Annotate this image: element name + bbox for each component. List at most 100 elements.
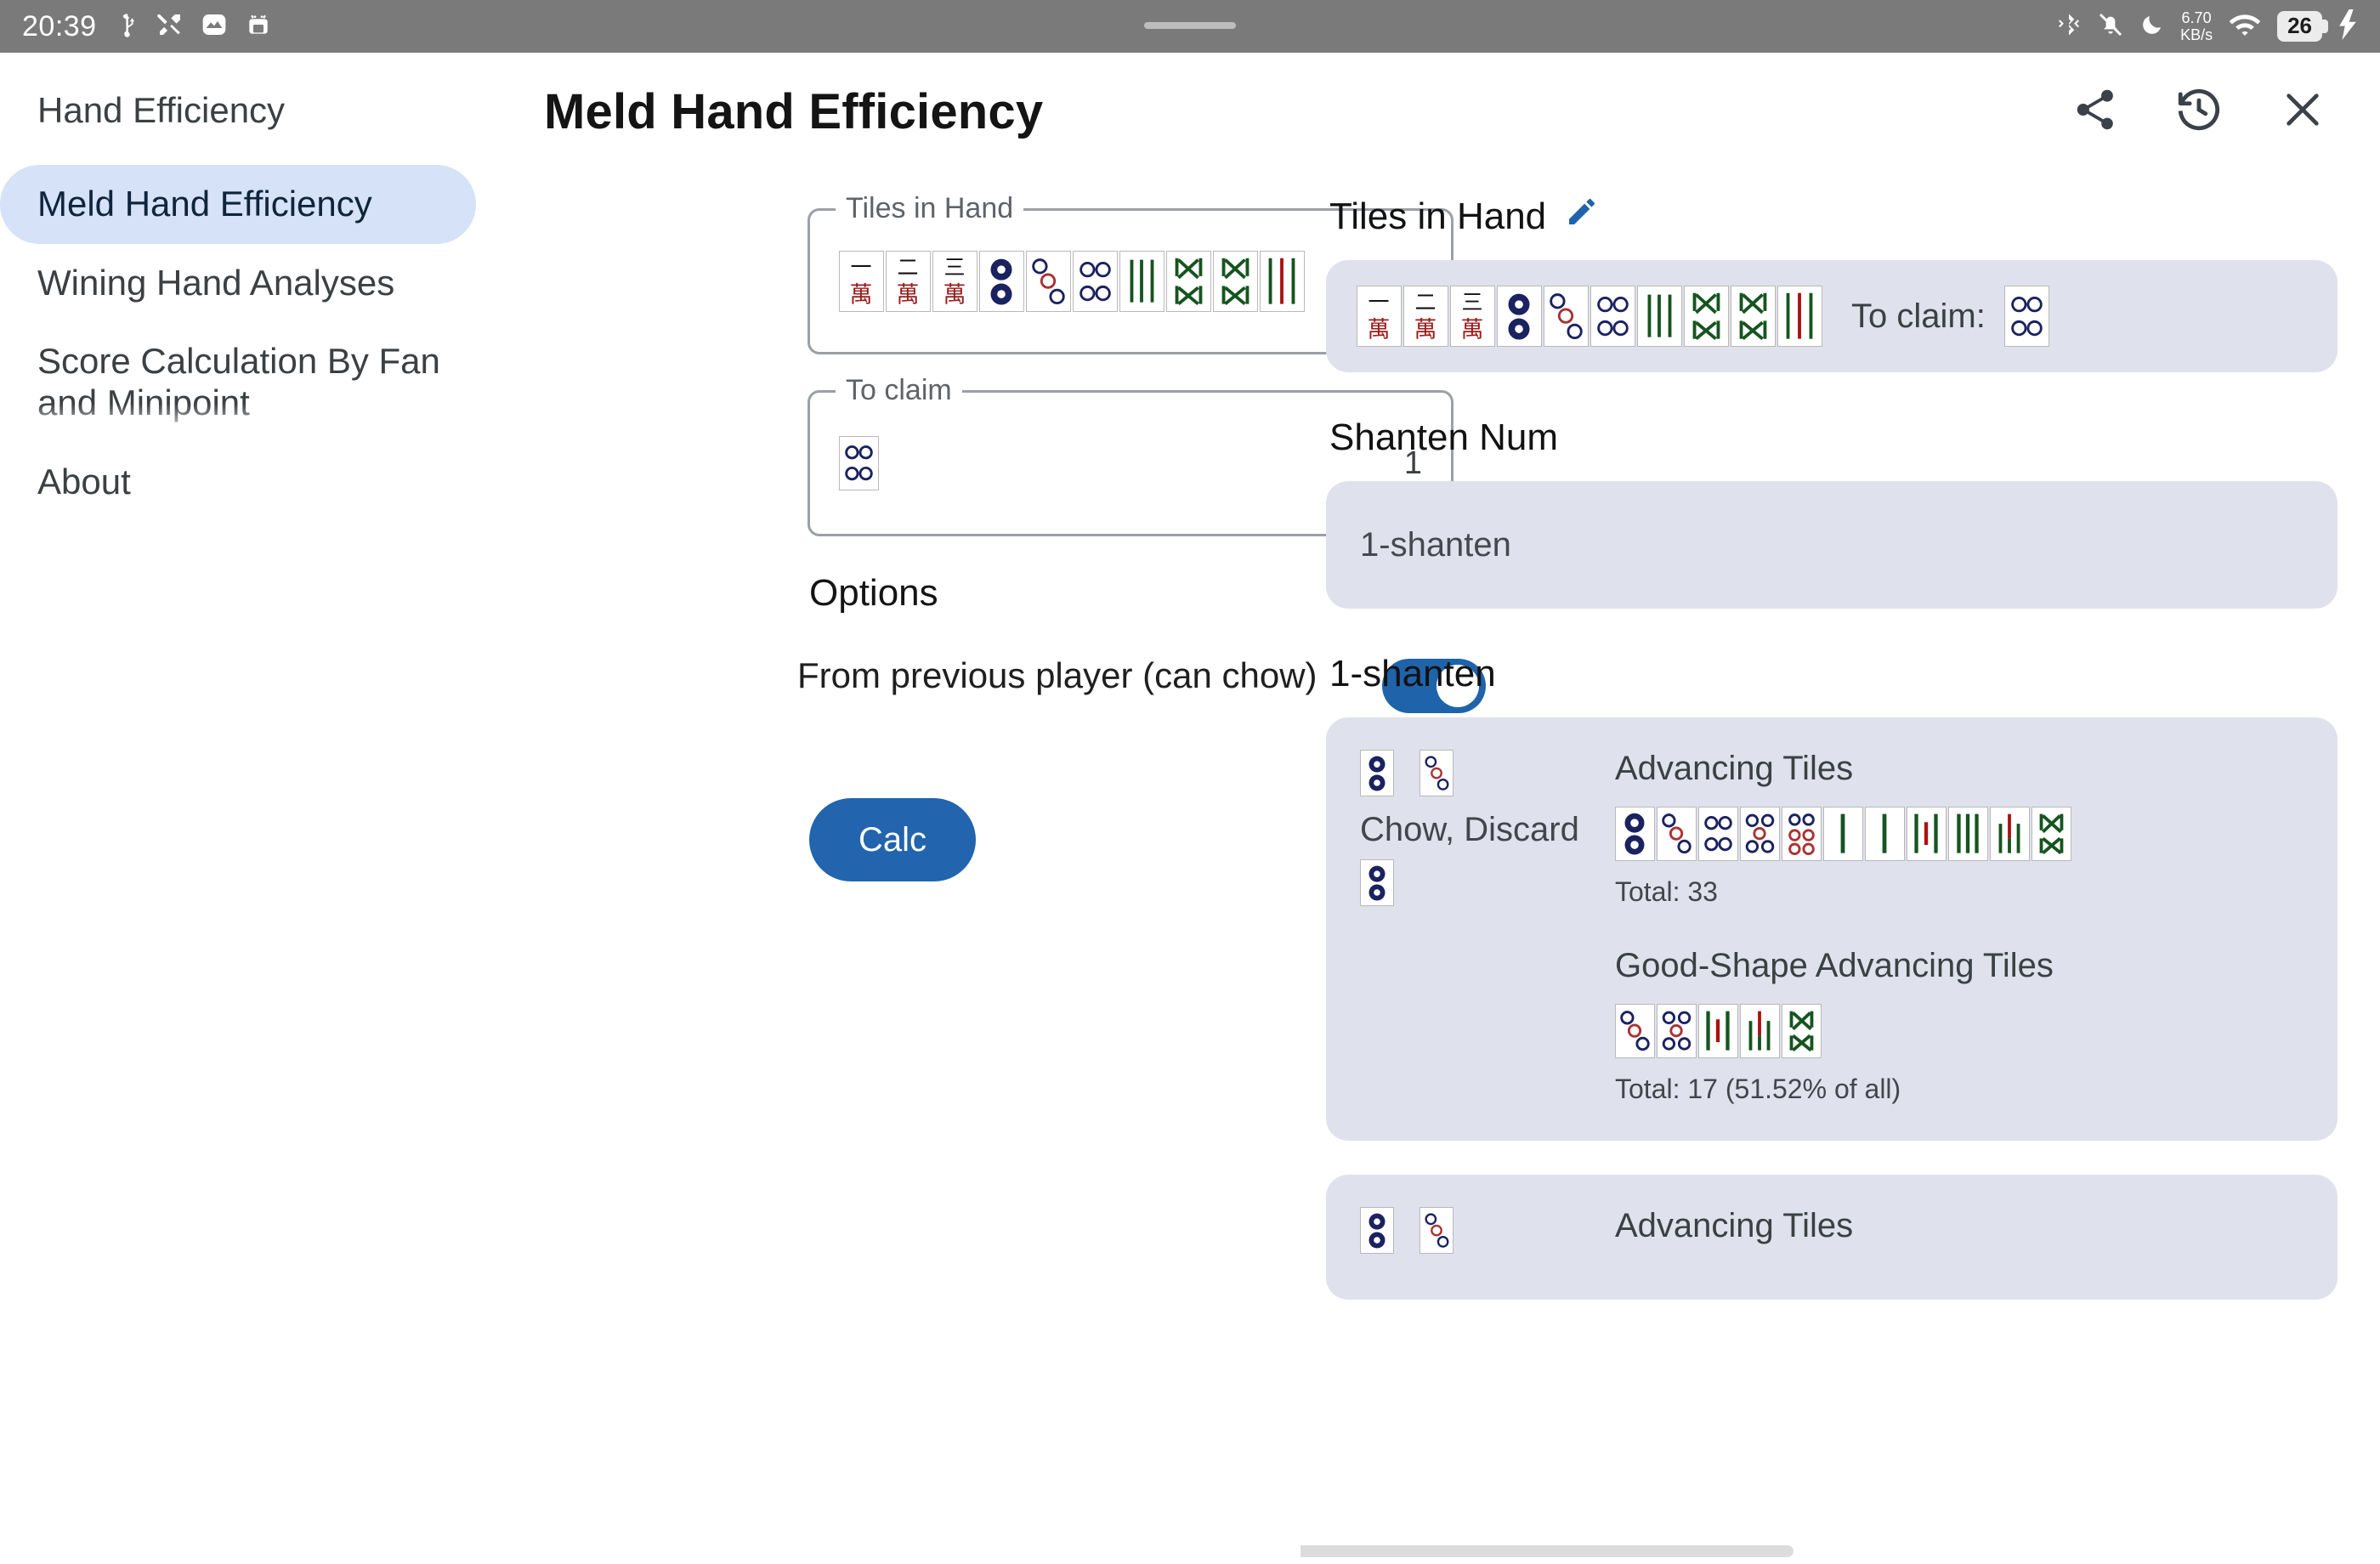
window-drag-handle[interactable] [1144, 22, 1236, 29]
tile-4p [1590, 286, 1635, 347]
tiles-in-hand-tiles[interactable]: 一萬 二萬 三萬 [839, 251, 1305, 312]
result-hand-tiles: 一萬 二萬 三萬 [1357, 286, 1822, 347]
tools-icon [156, 11, 184, 42]
discard-tiles [1360, 859, 1615, 906]
bluetooth-icon [2056, 10, 2082, 43]
tile-6s [1260, 251, 1305, 312]
svg-text:一: 一 [1368, 290, 1390, 314]
tile-1p [1615, 807, 1655, 861]
tile-3m: 三萬 [932, 251, 978, 312]
tile-5p [1740, 807, 1780, 861]
options-title: Options [809, 572, 938, 614]
result-tiles-heading-row: Tiles in Hand [1329, 195, 2338, 238]
to-claim-label: To claim [836, 374, 962, 407]
advancing-tiles [1615, 807, 2304, 861]
tile-1p [1360, 1207, 1394, 1254]
svg-text:萬: 萬 [944, 282, 966, 309]
tile-3p [1026, 251, 1071, 312]
advancing-total: Total: 33 [1615, 876, 1718, 907]
group-heading: 1-shanten [1329, 653, 1496, 694]
history-icon [2174, 85, 2224, 139]
result-card-details: Advancing Tiles [1615, 750, 2304, 1105]
svg-text:萬: 萬 [897, 282, 920, 309]
advancing-heading: Advancing Tiles [1615, 750, 1854, 787]
page-title: Meld Hand Efficiency [544, 84, 1044, 139]
page-header: Meld Hand Efficiency [510, 53, 2380, 149]
to-claim-tiles[interactable] [839, 436, 879, 490]
tile-1m: 一萬 [1357, 286, 1402, 347]
tile-5s [1166, 251, 1211, 312]
option-chow-label: From previous player (can chow) [797, 655, 1318, 695]
tile-6p [1782, 807, 1822, 861]
status-bar: 20:39 6.70 KB/s 26 [0, 0, 2380, 53]
android-icon [245, 11, 272, 42]
result-card-action: Chow, Discard [1360, 750, 1615, 1105]
tile-1s-2 [1865, 807, 1905, 861]
svg-text:一: 一 [851, 255, 872, 280]
tile-3p [1615, 1004, 1655, 1058]
horizontal-scrollbar[interactable] [1300, 1545, 1794, 1557]
sidebar-item-meld-hand-efficiency[interactable]: Meld Hand Efficiency [0, 165, 476, 244]
good-shape-total: Total: 17 (51.52% of all) [1615, 1074, 1901, 1104]
shanten-card: 1-shanten [1326, 481, 2338, 609]
tile-1m: 一萬 [839, 251, 884, 312]
do-not-disturb-icon [2139, 10, 2165, 43]
charging-bolt-icon [2338, 8, 2358, 44]
tile-2s [1907, 807, 1946, 861]
data-rate-indicator: 6.70 KB/s [2180, 9, 2213, 43]
meld-tiles [1360, 1207, 1615, 1254]
tile-3p [1657, 807, 1697, 861]
tile-4p-claim [2003, 286, 2049, 347]
tile-1p [1360, 750, 1394, 796]
tile-3m: 三萬 [1450, 286, 1495, 347]
tile-2m: 二萬 [1403, 286, 1448, 347]
wifi-icon [2228, 10, 2262, 43]
tile-1p [979, 251, 1024, 312]
good-shape-tiles [1615, 1004, 2304, 1058]
data-rate-value: 6.70 [2181, 9, 2212, 26]
tile-3p [1544, 286, 1589, 347]
result-hand-card: 一萬 二萬 三萬 To claim: [1326, 260, 2338, 372]
battery-percent: 26 [2287, 13, 2312, 38]
svg-text:二: 二 [898, 255, 919, 280]
app-root: Hand Efficiency Meld Hand Efficiency Win… [0, 53, 2380, 1564]
tile-1s [1823, 807, 1863, 861]
history-button[interactable] [2173, 86, 2225, 139]
tile-4p [839, 436, 879, 490]
svg-text:二: 二 [1415, 290, 1436, 314]
tile-3s [1119, 251, 1164, 312]
close-icon [2279, 86, 2326, 138]
tile-3p [1420, 1207, 1454, 1254]
image-icon [201, 11, 228, 42]
sidebar-item-label: Score Calculation By Fan and Minipoint [37, 341, 440, 423]
svg-text:萬: 萬 [1414, 317, 1437, 343]
result-card: Advancing Tiles [1326, 1175, 2338, 1300]
close-button[interactable] [2276, 86, 2329, 139]
sidebar-item-score-calculation[interactable]: Score Calculation By Fan and Minipoint [0, 322, 510, 444]
tile-5s [1684, 286, 1729, 347]
tile-5s-2 [1213, 251, 1258, 312]
usb-icon [114, 10, 139, 43]
tile-3p [1420, 750, 1454, 796]
panes: Tiles in Hand 一萬 二萬 三萬 10 [510, 149, 2380, 1564]
advancing-heading: Advancing Tiles [1615, 1207, 1854, 1244]
share-button[interactable] [2069, 86, 2122, 139]
tile-1p [1497, 286, 1542, 347]
battery-icon: 26 [2277, 11, 2328, 42]
share-icon [2071, 86, 2119, 138]
status-bar-right: 6.70 KB/s 26 [2056, 8, 2358, 44]
pencil-icon[interactable] [1565, 195, 1599, 238]
tiles-in-hand-label: Tiles in Hand [836, 192, 1024, 225]
svg-text:三: 三 [1462, 290, 1483, 314]
tile-6s [1777, 286, 1822, 347]
tile-5s [1782, 1004, 1822, 1058]
sidebar-item-about[interactable]: About [0, 443, 510, 522]
calc-button[interactable]: Calc [809, 798, 976, 881]
sidebar-item-label: About [37, 461, 131, 502]
shanten-heading: Shanten Num [1329, 416, 1559, 458]
shanten-value: 1-shanten [1360, 525, 1511, 564]
svg-text:萬: 萬 [1461, 317, 1484, 343]
sidebar-item-wining-hand-analyses[interactable]: Wining Hand Analyses [0, 244, 510, 323]
tile-6s [2032, 807, 2071, 861]
tile-4p [1073, 251, 1118, 312]
